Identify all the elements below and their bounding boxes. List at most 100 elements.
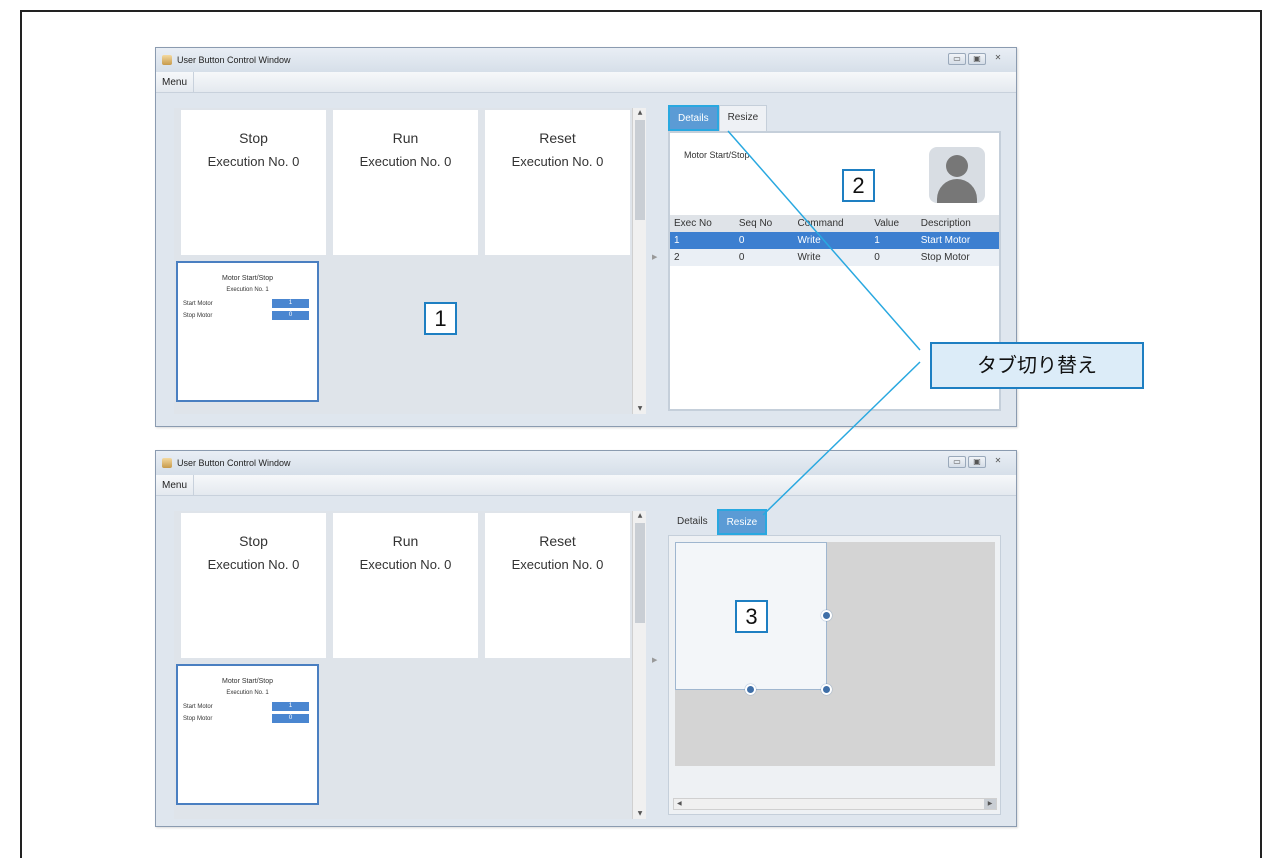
details-table: Exec No Seq No Command Value Description… xyxy=(670,215,999,266)
column-header[interactable]: Command xyxy=(793,215,871,232)
resize-corner-handle-icon[interactable] xyxy=(821,684,832,695)
card-title: Run xyxy=(392,130,419,146)
resize-bottom-handle-icon[interactable] xyxy=(745,684,756,695)
table-cell: Start Motor xyxy=(916,232,999,249)
table-cell: Write xyxy=(793,232,871,249)
motor-card-title: Motor Start/Stop xyxy=(222,678,273,685)
scroll-thumb[interactable] xyxy=(635,120,645,220)
column-header[interactable]: Description xyxy=(916,215,999,232)
callout-2: 2 xyxy=(842,169,875,202)
tab-details[interactable]: Details xyxy=(668,105,719,131)
card-execution: Execution No. 0 xyxy=(511,154,604,169)
motor-card-execution: Execution No. 1 xyxy=(226,287,269,293)
scroll-right-arrow-icon[interactable]: ▶ xyxy=(984,799,996,809)
splitter-arrow-icon[interactable]: ▶ xyxy=(652,656,657,664)
vertical-scrollbar[interactable]: ▲ ▼ xyxy=(632,511,646,819)
tab-strip: Details Resize xyxy=(668,509,1003,535)
table-header-row: Exec No Seq No Command Value Description xyxy=(670,215,999,232)
maximize-button[interactable]: ▣ xyxy=(968,456,986,468)
motor-row-value[interactable]: 0 xyxy=(272,311,309,320)
resize-right-handle-icon[interactable] xyxy=(821,610,832,621)
table-cell: Write xyxy=(793,249,871,266)
card-execution: Execution No. 0 xyxy=(359,154,452,169)
title-bar: User Button Control Window ▭ ▣ ✕ xyxy=(156,48,1016,72)
menu-bar: Menu xyxy=(156,474,1016,496)
resize-canvas[interactable] xyxy=(675,542,995,766)
table-cell: 0 xyxy=(734,249,794,266)
table-cell: 2 xyxy=(670,249,735,266)
scroll-up-arrow-icon[interactable]: ▲ xyxy=(633,511,647,521)
table-cell: Stop Motor xyxy=(916,249,999,266)
motor-row: Stop Motor 0 xyxy=(178,311,317,320)
scroll-thumb[interactable] xyxy=(635,523,645,623)
motor-row-value[interactable]: 0 xyxy=(272,714,309,723)
callout-3: 3 xyxy=(735,600,768,633)
window-controls: ▭ ▣ ✕ xyxy=(948,53,1008,65)
callout-1: 1 xyxy=(424,302,457,335)
card-title: Stop xyxy=(239,130,268,146)
card-execution: Execution No. 0 xyxy=(207,557,300,572)
tab-details[interactable]: Details xyxy=(668,509,717,535)
motor-row-label: Start Motor xyxy=(183,300,213,307)
card-execution: Execution No. 0 xyxy=(359,557,452,572)
card-execution: Execution No. 0 xyxy=(207,154,300,169)
motor-row-value[interactable]: 1 xyxy=(272,702,309,711)
reset-button-card[interactable]: Reset Execution No. 0 xyxy=(485,513,630,658)
table-cell: 1 xyxy=(670,232,735,249)
splitter-arrow-icon[interactable]: ▶ xyxy=(652,253,657,261)
column-header[interactable]: Exec No xyxy=(670,215,735,232)
user-button-control-window-details: User Button Control Window ▭ ▣ ✕ Menu St… xyxy=(155,47,1017,427)
table-row[interactable]: 1 0 Write 1 Start Motor xyxy=(670,232,999,249)
tab-resize[interactable]: Resize xyxy=(716,509,768,535)
run-button-card[interactable]: Run Execution No. 0 xyxy=(333,513,478,658)
app-icon xyxy=(162,458,172,468)
column-header[interactable]: Value xyxy=(870,215,917,232)
tab-switch-label: タブ切り替え xyxy=(930,342,1144,389)
column-header[interactable]: Seq No xyxy=(734,215,794,232)
close-button[interactable]: ✕ xyxy=(988,53,1008,65)
table-cell: 0 xyxy=(870,249,917,266)
menu-item[interactable]: Menu xyxy=(156,71,195,93)
app-icon xyxy=(162,55,172,65)
button-panel: Stop Execution No. 0 Run Execution No. 0… xyxy=(174,108,632,414)
button-panel: Stop Execution No. 0 Run Execution No. 0… xyxy=(174,511,632,819)
scroll-up-arrow-icon[interactable]: ▲ xyxy=(633,108,647,118)
table-cell: 0 xyxy=(734,232,794,249)
menu-item[interactable]: Menu xyxy=(156,474,195,496)
motor-row-value[interactable]: 1 xyxy=(272,299,309,308)
stop-button-card[interactable]: Stop Execution No. 0 xyxy=(181,110,326,255)
menu-bar: Menu xyxy=(156,71,1016,93)
window-controls: ▭ ▣ ✕ xyxy=(948,456,1008,468)
details-header: Motor Start/Stop xyxy=(684,150,750,160)
table-row[interactable]: 2 0 Write 0 Stop Motor xyxy=(670,249,999,266)
card-title: Reset xyxy=(539,130,576,146)
horizontal-scrollbar[interactable]: ◀ ▶ xyxy=(673,798,997,810)
tab-strip: Details Resize xyxy=(668,105,1003,131)
motor-start-stop-card[interactable]: Motor Start/Stop Execution No. 1 Start M… xyxy=(176,664,319,805)
scroll-down-arrow-icon[interactable]: ▼ xyxy=(633,809,647,819)
motor-row-label: Stop Motor xyxy=(183,312,213,319)
motor-row-label: Start Motor xyxy=(183,703,213,710)
maximize-button[interactable]: ▣ xyxy=(968,53,986,65)
tab-resize[interactable]: Resize xyxy=(718,105,768,131)
stop-button-card[interactable]: Stop Execution No. 0 xyxy=(181,513,326,658)
reset-button-card[interactable]: Reset Execution No. 0 xyxy=(485,110,630,255)
scroll-left-arrow-icon[interactable]: ◀ xyxy=(677,800,682,807)
scroll-down-arrow-icon[interactable]: ▼ xyxy=(633,404,647,414)
title-bar: User Button Control Window ▭ ▣ ✕ xyxy=(156,451,1016,475)
motor-row: Stop Motor 0 xyxy=(178,714,317,723)
window-title: User Button Control Window xyxy=(177,55,291,65)
card-execution: Execution No. 0 xyxy=(511,557,604,572)
card-title: Run xyxy=(392,533,419,549)
motor-row: Start Motor 1 xyxy=(178,299,317,308)
card-title: Stop xyxy=(239,533,268,549)
user-button-control-window-resize: User Button Control Window ▭ ▣ ✕ Menu St… xyxy=(155,450,1017,827)
minimize-button[interactable]: ▭ xyxy=(948,53,966,65)
run-button-card[interactable]: Run Execution No. 0 xyxy=(333,110,478,255)
close-button[interactable]: ✕ xyxy=(988,456,1008,468)
motor-row: Start Motor 1 xyxy=(178,702,317,711)
vertical-scrollbar[interactable]: ▲ ▼ xyxy=(632,108,646,414)
motor-start-stop-card[interactable]: Motor Start/Stop Execution No. 1 Start M… xyxy=(176,261,319,402)
minimize-button[interactable]: ▭ xyxy=(948,456,966,468)
resize-panel: ◀ ▶ xyxy=(668,535,1001,815)
